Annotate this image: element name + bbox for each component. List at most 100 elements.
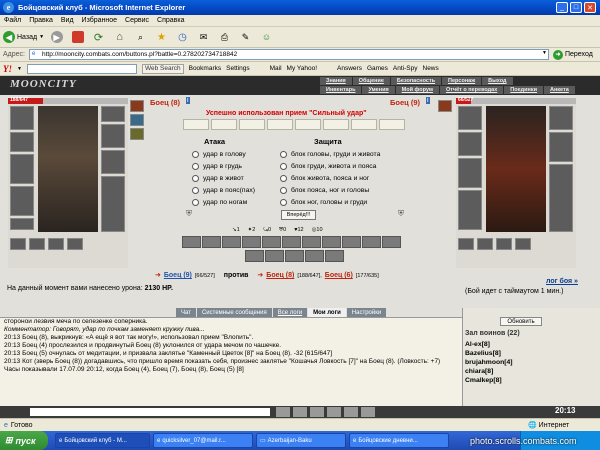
user-item[interactable]: brujahmoon[4] xyxy=(465,358,513,367)
menu-favorites[interactable]: Избранное xyxy=(82,17,117,24)
games-link[interactable]: Games xyxy=(367,65,388,72)
address-dropdown-icon[interactable]: ▼ xyxy=(542,50,547,56)
menu-edit[interactable]: Правка xyxy=(29,17,53,24)
messenger-button[interactable]: ☺ xyxy=(258,29,275,46)
tactic-icon[interactable] xyxy=(262,236,281,248)
attack-groin[interactable]: удар в пояс(пах) xyxy=(192,184,255,196)
attack-radio[interactable] xyxy=(192,174,199,182)
nav-inventory[interactable]: Инвентарь xyxy=(320,86,363,94)
news-link[interactable]: News xyxy=(423,65,439,72)
my-yahoo-link[interactable]: My Yahoo! xyxy=(287,65,317,72)
yahoo-search-input[interactable] xyxy=(26,63,137,74)
opponent-boots-slot[interactable] xyxy=(549,164,573,232)
print-button[interactable]: ⎙ xyxy=(216,29,233,46)
tactic-icon[interactable] xyxy=(282,236,301,248)
tactic-icon[interactable] xyxy=(322,236,341,248)
shield-slot[interactable] xyxy=(10,186,34,216)
tactic-icon[interactable] xyxy=(325,250,344,262)
user-item[interactable]: Cmalkep[8] xyxy=(465,376,513,385)
tactic-icon[interactable] xyxy=(305,250,324,262)
scroll-slot[interactable] xyxy=(239,119,265,130)
tab-chat[interactable]: Чат xyxy=(176,308,196,317)
vs-left-name[interactable]: Боец (9) xyxy=(164,272,192,279)
close-button[interactable]: ✕ xyxy=(584,2,596,13)
armor-slot[interactable] xyxy=(10,154,34,184)
task-item[interactable]: e quicksilver_07@mail.r... xyxy=(153,433,253,448)
block-radio[interactable] xyxy=(280,174,287,182)
web-search-button[interactable]: Web Search xyxy=(141,63,184,74)
tactic-icon[interactable] xyxy=(342,236,361,248)
attack-radio[interactable] xyxy=(192,186,199,194)
helmet-slot[interactable] xyxy=(10,106,34,130)
stop-button[interactable] xyxy=(69,29,86,46)
attack-radio[interactable] xyxy=(192,162,199,170)
mail-link[interactable]: Mail xyxy=(270,65,282,72)
opponent-weapon-slot[interactable] xyxy=(458,132,482,156)
attack-legs[interactable]: удар по ногам xyxy=(192,196,255,208)
effect-icon[interactable] xyxy=(130,128,144,140)
belt-slot[interactable] xyxy=(10,218,34,230)
opponent-helmet-slot[interactable] xyxy=(458,106,482,130)
tactic-icon[interactable] xyxy=(285,250,304,262)
nav-forum[interactable]: Мой форум xyxy=(395,86,440,94)
nav-fights[interactable]: Поединки xyxy=(504,86,544,94)
nav-profile[interactable]: Анкета xyxy=(544,86,576,94)
opponent-armor-slot[interactable] xyxy=(458,158,482,188)
opponent-gloves-slot[interactable] xyxy=(549,106,573,130)
block-radio[interactable] xyxy=(280,186,287,194)
player-avatar[interactable] xyxy=(38,106,98,232)
menu-tools[interactable]: Сервис xyxy=(125,17,149,24)
ring-slot-3[interactable] xyxy=(48,238,64,250)
scroll-slot[interactable] xyxy=(267,119,293,130)
edit-button[interactable]: ✎ xyxy=(237,29,254,46)
tab-system[interactable]: Системные сообщения xyxy=(196,308,272,317)
tab-my-logs[interactable]: Мои логи xyxy=(308,308,346,317)
block-radio[interactable] xyxy=(280,198,287,206)
block-waist-legs-head[interactable]: блок пояса, ног и головы xyxy=(280,184,380,196)
forward-nav-button[interactable]: ▶ xyxy=(48,29,65,46)
scroll-slot[interactable] xyxy=(351,119,377,130)
nav-exit[interactable]: Выход xyxy=(482,77,514,85)
tactic-icon[interactable] xyxy=(245,250,264,262)
nav-social[interactable]: Общение xyxy=(352,77,391,85)
block-radio[interactable] xyxy=(280,150,287,158)
vs-right-name2[interactable]: Боец (6) xyxy=(325,272,353,279)
favorites-button[interactable]: ★ xyxy=(153,29,170,46)
weapon-slot[interactable] xyxy=(10,132,34,152)
refresh-nav-button[interactable]: ⟳ xyxy=(90,29,107,46)
tactic-icon[interactable] xyxy=(182,236,201,248)
tactic-icon[interactable] xyxy=(222,236,241,248)
block-head-chest-belly[interactable]: блок головы, груди и живота xyxy=(280,148,380,160)
pants-slot[interactable] xyxy=(101,150,125,174)
attack-radio[interactable] xyxy=(192,198,199,206)
chat-tool-icon[interactable] xyxy=(344,407,358,417)
chat-tool-icon[interactable] xyxy=(310,407,324,417)
antispy-link[interactable]: Anti-Spy xyxy=(393,65,418,72)
opponent-ring-1[interactable] xyxy=(458,238,474,250)
tactic-icon[interactable] xyxy=(382,236,401,248)
nav-character[interactable]: Персонаж xyxy=(442,77,483,85)
scroll-slot[interactable] xyxy=(295,119,321,130)
boots-slot[interactable] xyxy=(101,176,125,232)
user-item[interactable]: Al-ex[8] xyxy=(465,340,513,349)
menu-file[interactable]: Файл xyxy=(4,17,21,24)
attack-radio[interactable] xyxy=(192,150,199,158)
settings-button[interactable]: Settings xyxy=(226,65,250,72)
attack-belly[interactable]: удар в живот xyxy=(192,172,255,184)
task-item[interactable]: ▭ Azerbaijan-Baku xyxy=(256,433,346,448)
block-legs-head-chest[interactable]: блок ног, головы и груди xyxy=(280,196,380,208)
opponent-name-top[interactable]: Боец (9) xyxy=(390,98,420,107)
gloves-slot[interactable] xyxy=(101,124,125,148)
user-item[interactable]: Bazelius[8] xyxy=(465,349,513,358)
chat-tool-icon[interactable] xyxy=(327,407,341,417)
address-input[interactable]: e http://mooncity.combats.com/buttons.pl… xyxy=(28,49,549,60)
effect-icon[interactable] xyxy=(438,100,452,112)
nav-transfers[interactable]: Отчёт о переводах xyxy=(439,86,505,94)
bookmarks-button[interactable]: Bookmarks xyxy=(189,65,222,72)
tactic-icon[interactable] xyxy=(302,236,321,248)
block-belly-waist-legs[interactable]: блок живота, пояса и ног xyxy=(280,172,380,184)
tactic-icon[interactable] xyxy=(265,250,284,262)
ring-slot-4[interactable] xyxy=(67,238,83,250)
player-name-top[interactable]: Боец (8) xyxy=(150,98,180,107)
chat-tool-icon[interactable] xyxy=(361,407,375,417)
